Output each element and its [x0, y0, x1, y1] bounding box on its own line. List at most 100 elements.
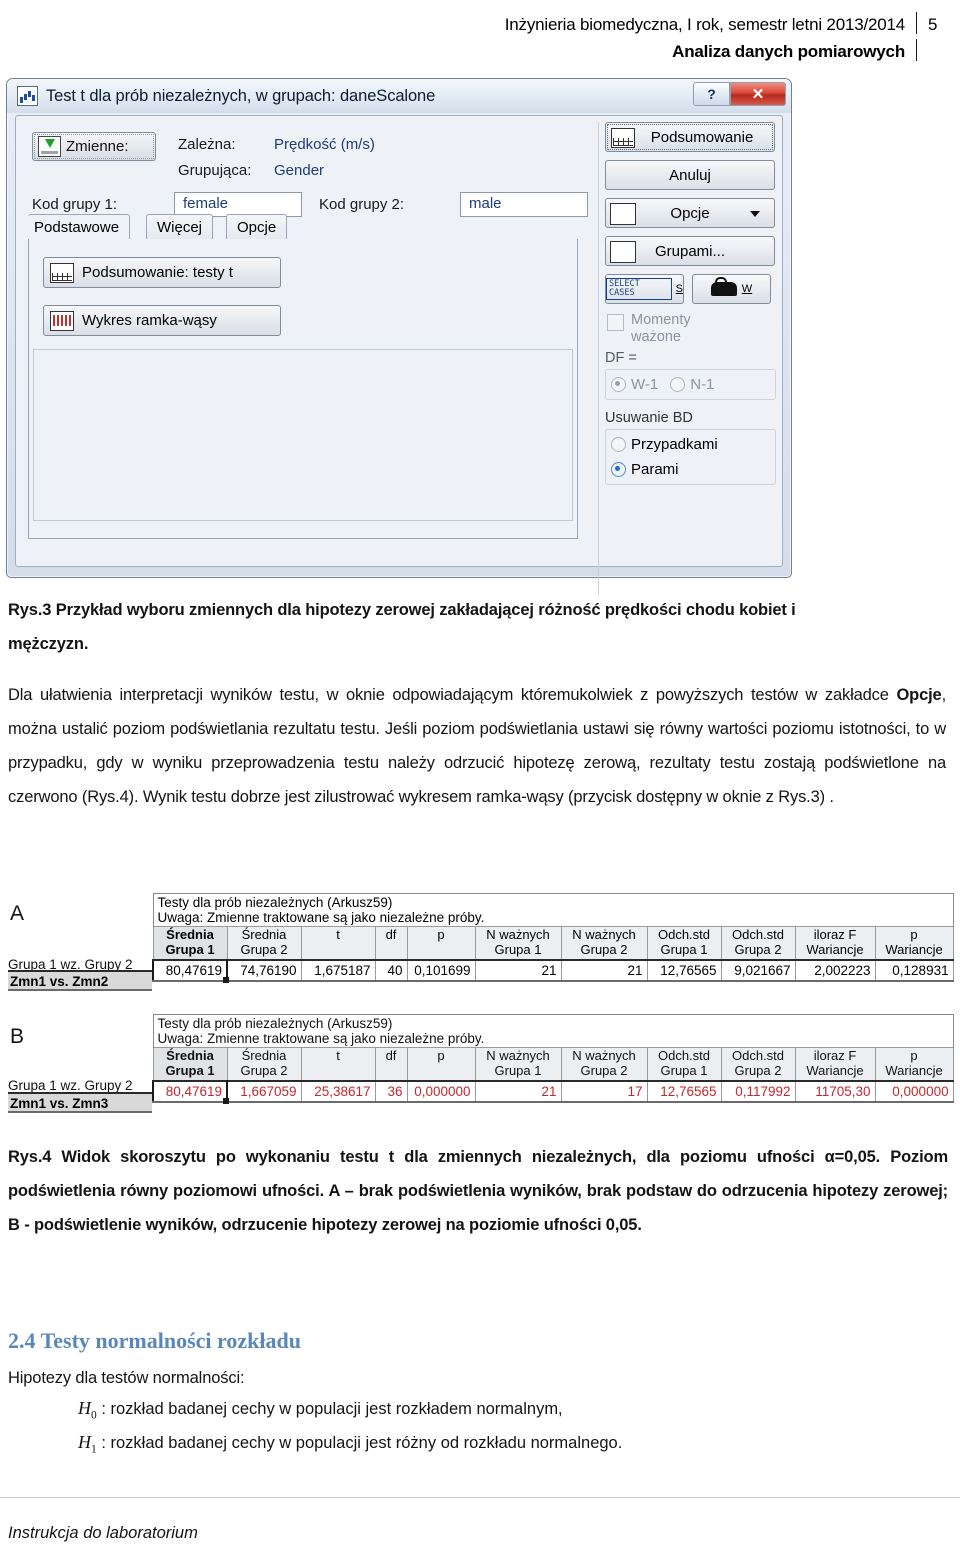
summary-ttests-label: Podsumowanie: testy t: [82, 264, 233, 281]
cell-p[interactable]: 0,000000: [406, 1080, 476, 1103]
th-l1: t: [336, 927, 340, 942]
th-l2: Grupa 1: [165, 942, 215, 957]
footer-label: Instrukcja do laboratorium: [8, 1524, 198, 1542]
cell-odchstd-grupa2[interactable]: 0,117992: [720, 1080, 796, 1103]
th-l2: Grupa 2: [734, 942, 782, 957]
th-l1: iloraz F: [813, 927, 857, 942]
box-whisker-button[interactable]: Wykres ramka-wąsy: [43, 305, 281, 336]
md-option-przypadkami-radio[interactable]: [611, 437, 626, 452]
cell-nwaznych-grupa1[interactable]: 21: [474, 959, 562, 982]
podsumowanie-button[interactable]: Podsumowanie: [605, 122, 775, 152]
cell-odchstd-grupa1[interactable]: 12,76565: [646, 1080, 722, 1103]
help-icon[interactable]: ?: [693, 82, 730, 106]
df-option-w1-radio[interactable]: [611, 377, 626, 392]
dialog-titlebar[interactable]: Test t dla prób niezależnych, w grupach:…: [7, 79, 791, 113]
tab-podstawowe[interactable]: Podstawowe: [28, 214, 131, 239]
md-option-przypadkami[interactable]: Przypadkami: [611, 436, 770, 453]
table-row: 80,47619 1,667059 25,38617 36 0,000000 2…: [152, 1080, 954, 1105]
h1-text: : rozkład badanej cechy w populacji jest…: [101, 1434, 623, 1452]
grouping-value: Gender: [274, 162, 325, 179]
select-cases-mnemonic: S: [675, 283, 683, 295]
th-odchstd-grupa1: Odch.std Grupa 1: [646, 1047, 722, 1082]
weighted-moments-row[interactable]: Momenty ważone: [607, 312, 776, 346]
table-a-header-row: Średnia Grupa 1 Średnia Grupa 2 t df p N w…: [152, 926, 954, 961]
header-subject-title: Analiza danych pomiarowych: [672, 42, 905, 61]
th-t: t: [300, 1047, 376, 1082]
table-a-row-label: Zmn1 vs. Zmn2: [8, 970, 152, 991]
table-b-header-row: Średnia Grupa 1 Średnia Grupa 2 t df p N w…: [152, 1047, 954, 1082]
cell-t[interactable]: 1,675187: [300, 959, 376, 982]
cell-df[interactable]: 40: [374, 959, 408, 982]
th-l2: Grupa 2: [580, 1063, 628, 1078]
cell-nwaznych-grupa2[interactable]: 21: [560, 959, 648, 982]
h0-symbol-subscript: 0: [91, 1409, 97, 1422]
grouping-label: Grupująca:: [178, 162, 252, 179]
th-p: p: [406, 926, 476, 961]
figure-3-caption: Rys.3 Przykład wyboru zmiennych dla hipo…: [8, 593, 952, 661]
window-buttons: ? ✕: [693, 82, 786, 106]
th-l1: Średnia: [166, 927, 214, 942]
summary-ttests-button[interactable]: Podsumowanie: testy t: [43, 257, 281, 288]
th-srednia-grupa1: Średnia Grupa 1: [152, 926, 228, 961]
th-l1: p: [910, 1048, 918, 1063]
cell-srednia-grupa1[interactable]: 80,47619: [152, 1080, 230, 1105]
table-a-title-row: Testy dla prób niezależnych (Arkusz59) U…: [152, 893, 954, 927]
summary-table-icon: [50, 262, 74, 283]
close-icon[interactable]: ✕: [730, 82, 786, 106]
cell-p-wariancje[interactable]: 0,128931: [874, 959, 954, 982]
th-nwaznych-grupa2: N ważnych Grupa 2: [560, 926, 648, 961]
h0-symbol: H0: [78, 1398, 97, 1422]
cell-df[interactable]: 36: [374, 1080, 408, 1103]
th-df: df: [374, 1047, 408, 1082]
weighted-moments-checkbox[interactable]: [607, 314, 624, 331]
cell-srednia-grupa2[interactable]: 74,76190: [226, 959, 302, 982]
cell-nwaznych-grupa1[interactable]: 21: [474, 1080, 562, 1103]
select-cases-button[interactable]: SELECT CASES S: [605, 274, 684, 304]
grupami-button[interactable]: Grupami...: [605, 236, 775, 266]
summary-table-icon: [611, 128, 635, 148]
cell-ilorazf[interactable]: 11705,30: [794, 1080, 876, 1103]
table-b-title: Testy dla prób niezależnych (Arkusz59) U…: [152, 1014, 954, 1048]
df-group-title: DF =: [605, 350, 637, 366]
df-radio-row: W-1 N-1: [611, 376, 770, 393]
th-p-wariancje: p Wariancje: [874, 926, 954, 961]
cell-p[interactable]: 0,101699: [406, 959, 476, 982]
header-course-title: Inżynieria biomedyczna, I rok, semestr l…: [504, 15, 905, 34]
df-option-w1[interactable]: W-1: [611, 376, 658, 393]
weight-button[interactable]: W: [692, 274, 771, 304]
cell-ilorazf[interactable]: 2,002223: [794, 959, 876, 982]
tab-opcje[interactable]: Opcje: [226, 214, 288, 239]
podsumowanie-label: Podsumowanie: [650, 128, 754, 146]
opcje-button[interactable]: Opcje: [605, 198, 775, 228]
cell-t[interactable]: 25,38617: [300, 1080, 376, 1103]
anuluj-button[interactable]: Anuluj: [605, 160, 775, 190]
h1-symbol-subscript: 1: [91, 1443, 97, 1456]
th-l2: Grupa 1: [494, 1063, 542, 1078]
anuluj-label: Anuluj: [669, 166, 711, 184]
th-l1: p: [437, 1048, 445, 1063]
cell-srednia-grupa2[interactable]: 1,667059: [226, 1080, 302, 1103]
dialog-tabstrip: Podstawowe Więcej Opcje: [28, 214, 578, 240]
md-option-parami[interactable]: Parami: [611, 461, 770, 478]
th-l1: p: [910, 927, 918, 942]
th-l1: Odch.std: [657, 927, 711, 942]
box-whisker-icon: [50, 310, 74, 331]
by-group-icon: [610, 241, 636, 263]
tab-wiecej[interactable]: Więcej: [146, 214, 214, 239]
th-l2: Wariancje: [806, 1063, 864, 1078]
th-l2: Wariancje: [885, 942, 943, 957]
cell-p-wariancje[interactable]: 0,000000: [874, 1080, 954, 1103]
cell-nwaznych-grupa2[interactable]: 17: [560, 1080, 648, 1103]
th-odchstd-grupa1: Odch.std Grupa 1: [646, 926, 722, 961]
df-option-n1[interactable]: N-1: [670, 376, 714, 393]
variables-button[interactable]: Zmienne:: [32, 132, 156, 161]
page-number: 5: [928, 15, 938, 34]
th-df: df: [374, 926, 408, 961]
cell-srednia-grupa1[interactable]: 80,47619: [152, 959, 230, 984]
df-option-n1-radio[interactable]: [670, 377, 686, 392]
md-option-parami-radio[interactable]: [611, 462, 626, 477]
cell-odchstd-grupa1[interactable]: 12,76565: [646, 959, 722, 982]
hypothesis-h1: H1 : rozkład badanej cechy w populacji j…: [78, 1432, 622, 1456]
cell-odchstd-grupa2[interactable]: 9,021667: [720, 959, 796, 982]
th-l1: Średnia: [241, 1048, 287, 1063]
